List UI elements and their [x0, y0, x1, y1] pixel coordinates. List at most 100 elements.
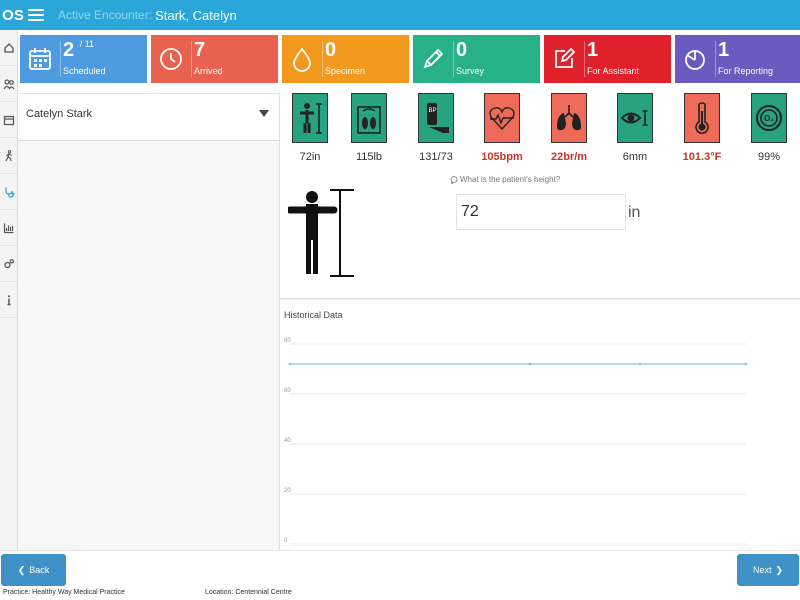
nav-encounter[interactable]	[0, 174, 17, 210]
edit-icon	[544, 35, 584, 83]
chevron-right-icon: ❯	[775, 564, 784, 575]
top-bar: OS Active Encounter: Stark, Catelyn	[0, 0, 800, 30]
stethoscope-icon	[4, 187, 14, 198]
thermometer-icon	[684, 93, 720, 143]
data-point[interactable]	[744, 362, 748, 366]
practice-label: Practice: Healthy Way Medical Practice	[3, 589, 125, 596]
dashboard-icon	[3, 42, 14, 53]
height-unit-label: in	[628, 204, 641, 221]
vital-blood-pressure[interactable]: BP 131/73	[404, 93, 468, 163]
nav-calendar[interactable]	[0, 102, 17, 138]
tile-for-assistant[interactable]: 1 For Assistant	[544, 35, 671, 83]
svg-text:BP: BP	[429, 108, 437, 114]
calendar-icon	[20, 35, 60, 83]
tile-label: For Assistant	[587, 66, 640, 76]
nav-patients[interactable]	[0, 66, 17, 102]
patient-panel: Catelyn Stark	[18, 93, 280, 550]
height-figure-icon	[288, 189, 354, 277]
eye-icon	[617, 93, 653, 143]
location-label: Location: Centennial Centre	[205, 589, 292, 596]
nav-activity[interactable]	[0, 138, 17, 174]
tile-count: 0	[456, 39, 468, 61]
nav-settings[interactable]	[0, 246, 17, 282]
vital-pupil[interactable]: 6mm	[603, 93, 667, 163]
vital-oxygen[interactable]: O₂ 99%	[737, 93, 800, 163]
hamburger-menu-icon[interactable]	[28, 9, 44, 21]
vital-value: 101.3°F	[682, 151, 722, 163]
weight-icon	[351, 93, 387, 143]
vital-value: 99%	[757, 151, 781, 163]
calendar-icon	[3, 115, 14, 125]
vital-value: 131/73	[419, 151, 453, 163]
tile-label: Arrived	[194, 66, 223, 76]
nav-info[interactable]	[0, 282, 17, 318]
drop-icon	[282, 35, 322, 83]
tile-arrived[interactable]: 7 Arrived	[151, 35, 278, 83]
data-point[interactable]	[528, 362, 532, 366]
tile-scheduled[interactable]: 2 / 11 Scheduled	[20, 35, 147, 83]
tile-label: Survey	[456, 66, 485, 76]
historical-data-panel: Historical Data 80 60 40 20 0	[280, 298, 800, 550]
back-button-label: Back	[29, 565, 50, 575]
tile-count: 1	[718, 39, 730, 61]
vital-value: 72in	[299, 151, 321, 163]
patient-dropdown[interactable]: Catelyn Stark	[18, 93, 279, 141]
height-input[interactable]	[456, 194, 626, 230]
vital-height[interactable]: 72in	[278, 93, 342, 163]
tile-label: Specimen	[325, 66, 366, 76]
pie-chart-icon	[675, 35, 715, 83]
tile-for-reporting[interactable]: 1 For Reporting	[675, 35, 800, 83]
vital-value: 6mm	[622, 151, 648, 163]
nav-dashboard[interactable]	[0, 30, 17, 66]
tile-count: 0	[325, 39, 337, 61]
clock-icon	[151, 35, 191, 83]
active-encounter-name[interactable]: Stark, Catelyn	[155, 8, 237, 23]
selected-patient: Catelyn Stark	[26, 108, 93, 120]
y-tick-label: 0	[284, 538, 288, 544]
question-prompt: What is the patient's height?	[450, 175, 560, 184]
y-tick-label: 40	[284, 438, 291, 444]
walking-person-icon	[5, 149, 12, 161]
tile-label: For Reporting	[718, 66, 774, 76]
info-icon	[7, 294, 10, 305]
chevron-left-icon: ❮	[17, 564, 26, 575]
tile-specimen[interactable]: 0 Specimen	[282, 35, 409, 83]
settings-gears-icon	[3, 258, 14, 268]
next-button[interactable]: Next ❯	[737, 554, 799, 586]
vital-value: 115lb	[355, 151, 383, 163]
blood-pressure-icon: BP	[418, 93, 454, 143]
heart-rate-icon	[484, 93, 520, 143]
question-text: What is the patient's height?	[460, 175, 561, 184]
lungs-icon	[551, 93, 587, 143]
tile-count: 1	[587, 39, 599, 61]
height-icon	[292, 93, 328, 143]
next-button-label: Next	[752, 565, 772, 575]
vital-weight[interactable]: 115lb	[337, 93, 401, 163]
vital-respiration[interactable]: 22br/m	[537, 93, 601, 163]
tile-survey[interactable]: 0 Survey	[413, 35, 540, 83]
data-point[interactable]	[288, 362, 292, 366]
nav-reports[interactable]	[0, 210, 17, 246]
vital-temperature[interactable]: 101.3°F	[670, 93, 734, 163]
status-tiles: 2 / 11 Scheduled 7 Arrived 0 Specimen 0 …	[20, 35, 800, 83]
app-logo[interactable]: OS	[2, 4, 24, 26]
vital-heart-rate[interactable]: 105bpm	[470, 93, 534, 163]
y-tick-label: 60	[284, 388, 291, 394]
tile-label: Scheduled	[63, 66, 106, 76]
data-point[interactable]	[638, 362, 642, 366]
back-button[interactable]: ❮ Back	[1, 554, 66, 586]
caret-down-icon	[259, 109, 269, 117]
pencil-icon	[413, 35, 453, 83]
patients-icon	[2, 78, 15, 89]
speech-bubble-icon	[450, 175, 458, 184]
tile-count: 7	[194, 39, 206, 61]
y-tick-label: 20	[284, 488, 291, 494]
historical-chart: 80 60 40 20 0	[284, 338, 748, 545]
oxygen-icon: O₂	[751, 93, 787, 143]
vitals-row: 72in 115lb BP 131/73 105bpm 22br/m 6mm 1…	[280, 93, 800, 165]
tile-count: 2 / 11	[63, 39, 95, 61]
y-tick-label: 80	[284, 338, 291, 344]
vital-value: 105bpm	[481, 151, 523, 163]
svg-text:O₂: O₂	[764, 114, 774, 123]
bar-chart-icon	[3, 223, 13, 233]
